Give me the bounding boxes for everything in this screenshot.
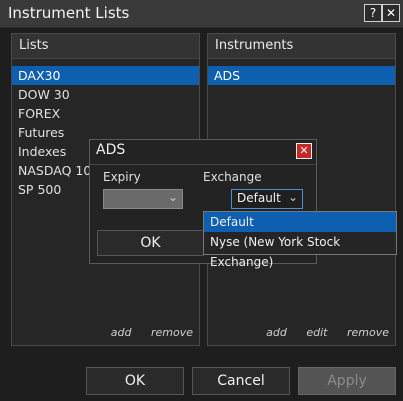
list-item[interactable]: DOW 30	[12, 85, 199, 104]
title-bar: Instrument Lists ? ✕	[0, 0, 403, 28]
dialog-divider	[90, 164, 316, 165]
list-item[interactable]: ADS	[208, 66, 395, 85]
chevron-down-icon: ⌄	[287, 190, 298, 204]
cancel-button[interactable]: Cancel	[192, 367, 290, 395]
window-title: Instrument Lists	[8, 4, 130, 22]
instruments-links: add edit remove	[250, 326, 389, 339]
dialog-ok-button[interactable]: OK	[97, 230, 204, 256]
dropdown-option[interactable]: Nyse (New York Stock Exchange)	[204, 232, 396, 269]
dialog-close-button[interactable]: ✕	[296, 143, 312, 159]
instruments-panel-header: Instruments	[208, 34, 395, 59]
lists-panel-header: Lists	[12, 34, 199, 59]
instruments-edit-link[interactable]: edit	[306, 326, 327, 339]
exchange-dropdown: Default Nyse (New York Stock Exchange)	[203, 211, 397, 269]
instruments-header-label: Instruments	[215, 38, 294, 53]
expiry-label: Expiry	[103, 170, 141, 184]
dropdown-option[interactable]: Default	[204, 212, 396, 232]
list-item[interactable]: FOREX	[12, 104, 199, 123]
exchange-value: Default	[237, 191, 281, 205]
apply-button[interactable]: Apply	[298, 367, 396, 395]
instruments-list: ADS	[208, 66, 395, 85]
ok-button[interactable]: OK	[86, 367, 184, 395]
lists-links: add remove	[95, 326, 193, 339]
close-button[interactable]: ✕	[382, 4, 400, 22]
lists-remove-link[interactable]: remove	[151, 326, 193, 339]
instruments-add-link[interactable]: add	[266, 326, 287, 339]
chevron-down-icon: ⌄	[167, 190, 178, 204]
dialog-title: ADS	[96, 142, 126, 158]
help-button[interactable]: ?	[364, 4, 382, 22]
expiry-select[interactable]: ⌄	[103, 189, 183, 209]
instruments-remove-link[interactable]: remove	[347, 326, 389, 339]
lists-add-link[interactable]: add	[111, 326, 132, 339]
lists-header-label: Lists	[19, 38, 49, 53]
exchange-select[interactable]: Default ⌄	[231, 189, 303, 209]
exchange-label: Exchange	[203, 170, 262, 184]
list-item[interactable]: DAX30	[12, 66, 199, 85]
